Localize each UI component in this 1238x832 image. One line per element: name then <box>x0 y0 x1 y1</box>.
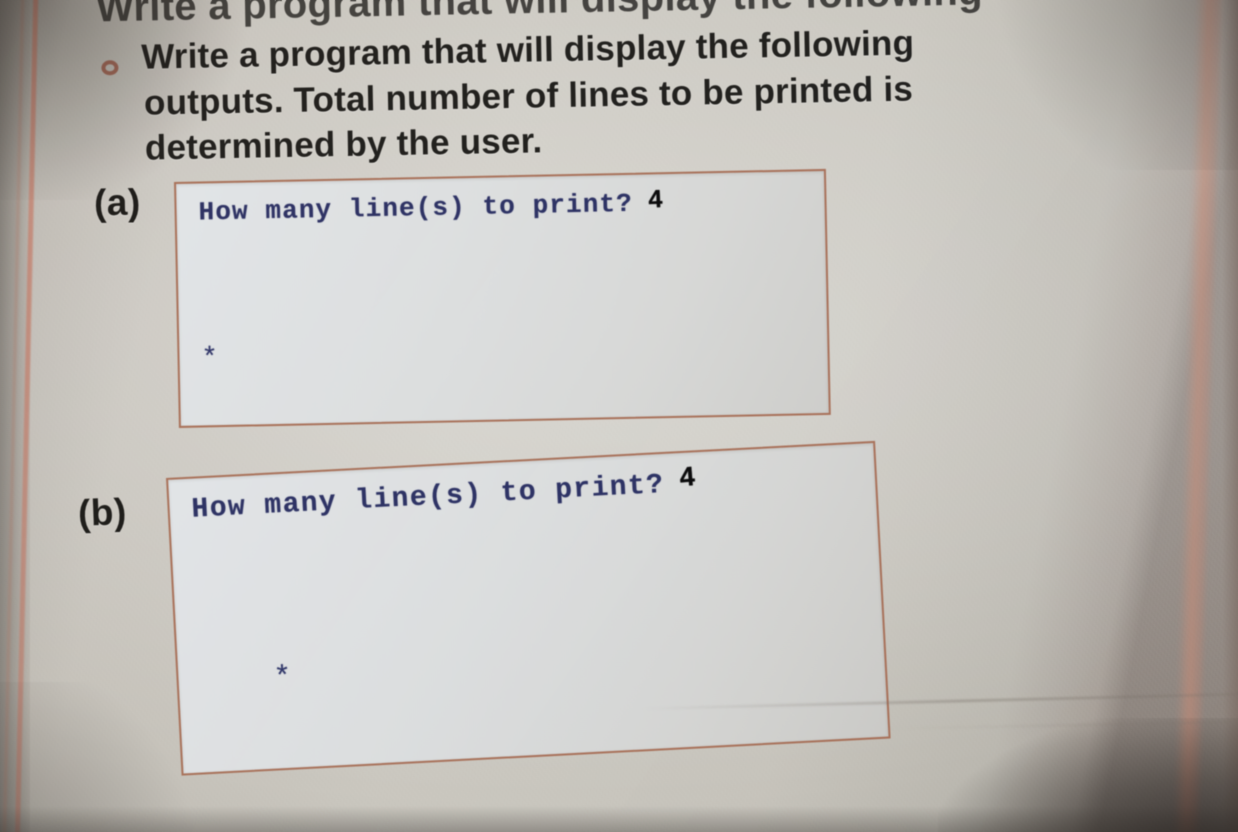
star-pattern-b: * *** ***** ******* <box>195 532 891 776</box>
vignette-top-right <box>968 0 1238 170</box>
prompt-text-b: How many line(s) to print? <box>190 469 666 526</box>
console-output-box-b: How many line(s) to print? 4 * *** ***** … <box>166 440 891 776</box>
console-output-box-a: How many line(s) to print? 4 * ** *** ***… <box>174 168 831 428</box>
item-label-b: (b) <box>77 491 128 534</box>
prompt-text-a: How many line(s) to print? <box>198 188 634 228</box>
console-inner-a: How many line(s) to print? 4 * ** *** ***… <box>176 171 829 426</box>
star-row: * <box>205 660 298 698</box>
bottom-edge-shadow <box>0 806 1238 832</box>
worksheet-photo: Write a program that will display the fo… <box>0 0 1238 832</box>
user-answer-b: 4 <box>678 461 697 493</box>
console-inner-b: How many line(s) to print? 4 * *** ***** … <box>168 443 888 774</box>
star-pattern-a: * ** *** **** <box>200 245 831 428</box>
vignette-top-left <box>0 0 260 200</box>
user-answer-a: 4 <box>648 185 664 214</box>
console-prompt-a: How many line(s) to print? 4 <box>198 185 824 228</box>
star-row: * <box>201 344 223 375</box>
